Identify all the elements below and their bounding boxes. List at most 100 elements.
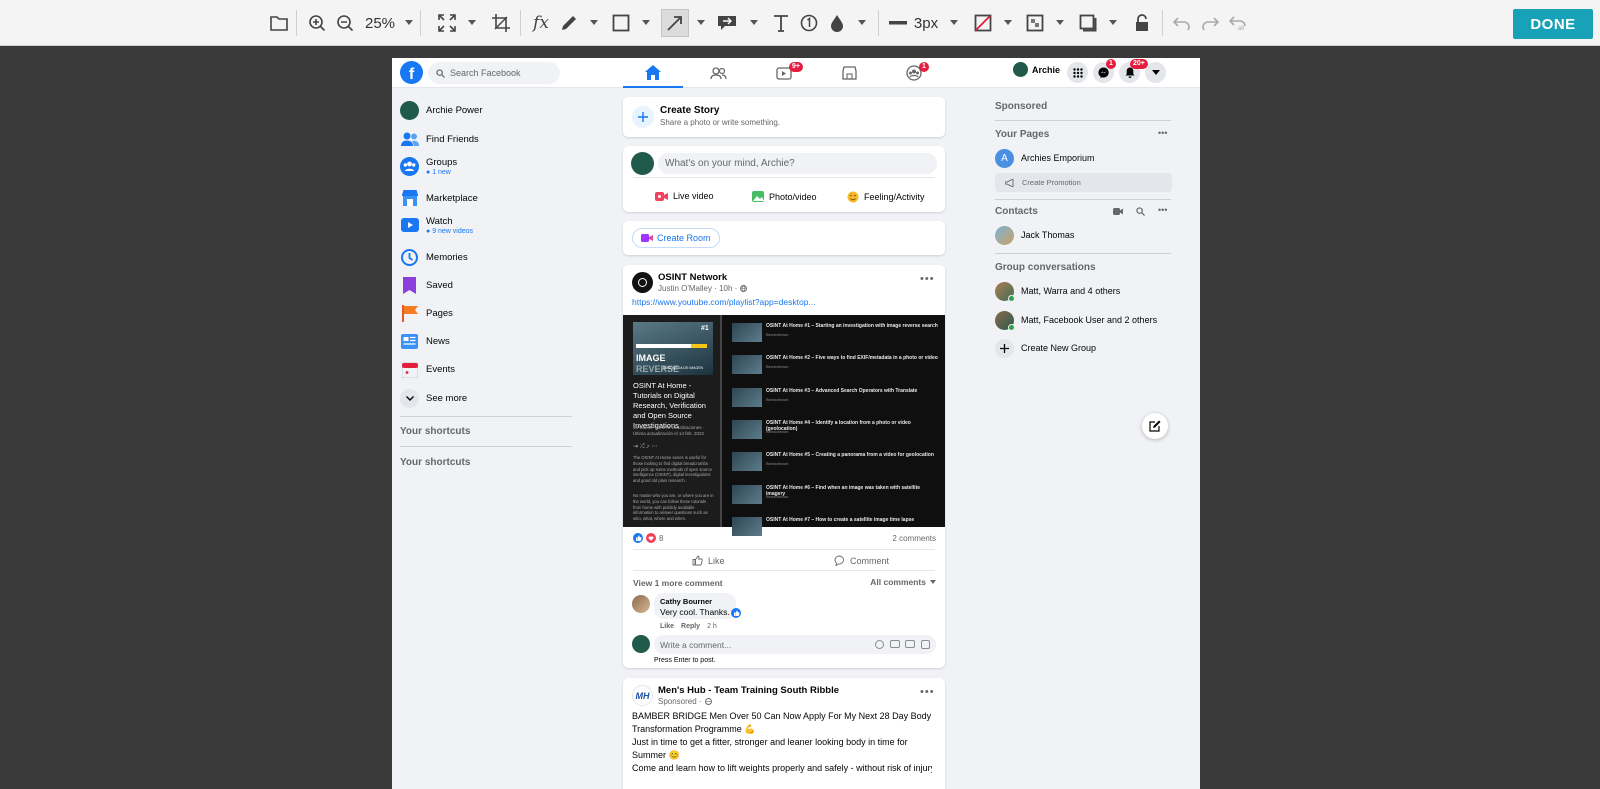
new-message-button[interactable] — [1142, 413, 1168, 439]
zoom-out-icon[interactable] — [334, 11, 356, 35]
create-new-group-button[interactable]: Create New Group — [995, 337, 1096, 359]
step-number-icon[interactable] — [798, 11, 820, 35]
group-conversation-item[interactable]: Matt, Facebook User and 2 others — [995, 309, 1157, 331]
photo-video-button[interactable]: Photo/video — [752, 191, 817, 202]
shadow-icon[interactable] — [1077, 11, 1099, 35]
create-room-button[interactable]: Create Room — [632, 228, 720, 248]
group-conversation-item[interactable]: Matt, Warra and 4 others — [995, 280, 1120, 302]
search-input[interactable]: Search Facebook — [428, 62, 560, 84]
zoom-in-icon[interactable] — [306, 11, 328, 35]
pencil-dropdown-caret[interactable] — [590, 20, 598, 25]
arrow-tool-icon[interactable] — [661, 9, 689, 37]
redo-icon[interactable] — [1199, 11, 1221, 35]
create-promotion-button[interactable]: Create Promotion — [995, 173, 1172, 192]
toolbar-divider — [878, 10, 879, 36]
messenger-button[interactable]: 1 — [1093, 59, 1116, 83]
sidebar-item-memories[interactable]: Memories — [400, 245, 468, 269]
done-button[interactable]: DONE — [1513, 9, 1593, 39]
whats-on-your-mind-input[interactable]: What's on your mind, Archie? — [658, 153, 937, 174]
blur-drop-icon[interactable] — [826, 11, 848, 35]
stroke-color-dropdown-caret[interactable] — [1004, 20, 1012, 25]
blur-dropdown-caret[interactable] — [858, 20, 866, 25]
arrow-dropdown-caret[interactable] — [697, 20, 705, 25]
playlist-preview-image[interactable]: IMAGE REVERSE BÚSQUEDA DE IMAGEN #1 OSIN… — [623, 315, 945, 536]
live-video-button[interactable]: Live video — [655, 191, 714, 201]
zoom-dropdown-caret[interactable] — [405, 20, 413, 25]
menu-grid-button[interactable] — [1067, 62, 1088, 83]
post-link[interactable]: https://www.youtube.com/playlist?app=des… — [632, 297, 816, 307]
shadow-dropdown-caret[interactable] — [1109, 20, 1117, 25]
video-call-icon[interactable] — [1113, 208, 1123, 215]
sidebar-item-find-friends[interactable]: Find Friends — [400, 127, 479, 151]
zoom-level[interactable]: 25% — [362, 11, 398, 35]
tab-marketplace[interactable] — [819, 58, 879, 88]
sidebar-item-pages[interactable]: Pages — [400, 301, 453, 325]
facebook-logo-icon[interactable]: f — [400, 61, 423, 84]
undo-icon[interactable] — [1171, 11, 1193, 35]
callout-icon[interactable] — [716, 11, 738, 35]
fill-color-icon[interactable] — [1024, 11, 1046, 35]
camera-icon[interactable] — [890, 640, 900, 648]
view-more-comments-link[interactable]: View 1 more comment — [633, 578, 723, 588]
avatar[interactable] — [632, 595, 650, 613]
reaction-summary[interactable]: 8 — [633, 533, 663, 543]
stroke-color-icon[interactable] — [972, 11, 994, 35]
post-page-name[interactable]: OSINT Network — [658, 272, 727, 283]
stroke-width-icon[interactable] — [888, 11, 908, 35]
comment-like-link[interactable]: Like — [660, 623, 674, 630]
account-menu-button[interactable] — [1145, 62, 1166, 83]
write-comment-input[interactable]: Write a comment... — [654, 635, 936, 654]
sidebar-item-saved[interactable]: Saved — [400, 273, 453, 297]
stroke-width-value[interactable]: 3px — [912, 11, 940, 35]
gif-icon[interactable] — [905, 640, 915, 648]
sticker-icon[interactable] — [921, 640, 930, 649]
post-page-name[interactable]: Men's Hub - Team Training South Ribble — [658, 685, 839, 696]
feeling-activity-button[interactable]: Feeling/Activity — [847, 191, 925, 203]
page-avatar[interactable]: MH — [632, 685, 653, 706]
fit-dropdown-caret[interactable] — [468, 20, 476, 25]
comment-reply-link[interactable]: Reply — [681, 623, 700, 630]
shape-dropdown-caret[interactable] — [642, 20, 650, 25]
text-tool-icon[interactable] — [770, 11, 792, 35]
effects-fx-icon[interactable]: fx — [530, 11, 552, 35]
comment-count[interactable]: 2 comments — [892, 534, 936, 543]
callout-dropdown-caret[interactable] — [750, 20, 758, 25]
emoji-icon[interactable] — [875, 640, 884, 649]
profile-chip[interactable]: Archie — [1013, 62, 1060, 77]
more-options-icon[interactable]: ••• — [920, 686, 935, 698]
undo-all-icon[interactable]: all — [1227, 11, 1249, 35]
tab-groups[interactable]: 1 — [884, 58, 944, 88]
search-icon[interactable] — [1136, 207, 1145, 216]
sidebar-item-marketplace[interactable]: Marketplace — [400, 186, 478, 210]
comment-author[interactable]: Cathy Bourner — [660, 597, 712, 606]
like-button[interactable]: Like — [692, 555, 725, 566]
contact-item[interactable]: Jack Thomas — [995, 224, 1074, 246]
sidebar-item-watch[interactable]: Watch ● 9 new videos — [400, 210, 473, 240]
sidebar-item-profile[interactable]: Archie Power — [400, 98, 483, 122]
sidebar-item-groups[interactable]: Groups ● 1 new — [400, 151, 457, 181]
stroke-dropdown-caret[interactable] — [950, 20, 958, 25]
tab-home[interactable] — [623, 58, 683, 88]
sidebar-item-see-more[interactable]: See more — [400, 386, 467, 410]
sidebar-item-events[interactable]: Events — [400, 357, 455, 381]
all-comments-filter[interactable]: All comments — [870, 577, 936, 587]
pencil-icon[interactable] — [558, 11, 580, 35]
rectangle-icon[interactable] — [610, 11, 632, 35]
sidebar-item-news[interactable]: News — [400, 329, 450, 353]
fill-color-dropdown-caret[interactable] — [1056, 20, 1064, 25]
tab-watch[interactable]: 9+ — [754, 58, 814, 88]
post-meta: Justin O'Malley · 10h · — [658, 284, 748, 293]
crop-icon[interactable] — [490, 11, 512, 35]
page-avatar[interactable] — [632, 272, 653, 293]
comment-button[interactable]: Comment — [834, 555, 889, 566]
contacts-more-icon[interactable]: ••• — [1158, 205, 1167, 215]
page-item[interactable]: A Archies Emporium — [995, 147, 1095, 169]
lock-icon[interactable] — [1131, 11, 1153, 35]
create-story-card[interactable]: Create Story Share a photo or write some… — [623, 97, 945, 137]
more-options-icon[interactable]: ••• — [920, 273, 935, 285]
notifications-button[interactable]: 20+ — [1119, 59, 1148, 83]
pages-more-icon[interactable]: ••• — [1158, 128, 1167, 138]
tab-friends[interactable] — [688, 58, 748, 88]
fit-screen-icon[interactable] — [436, 11, 458, 35]
open-file-icon[interactable] — [268, 11, 290, 35]
